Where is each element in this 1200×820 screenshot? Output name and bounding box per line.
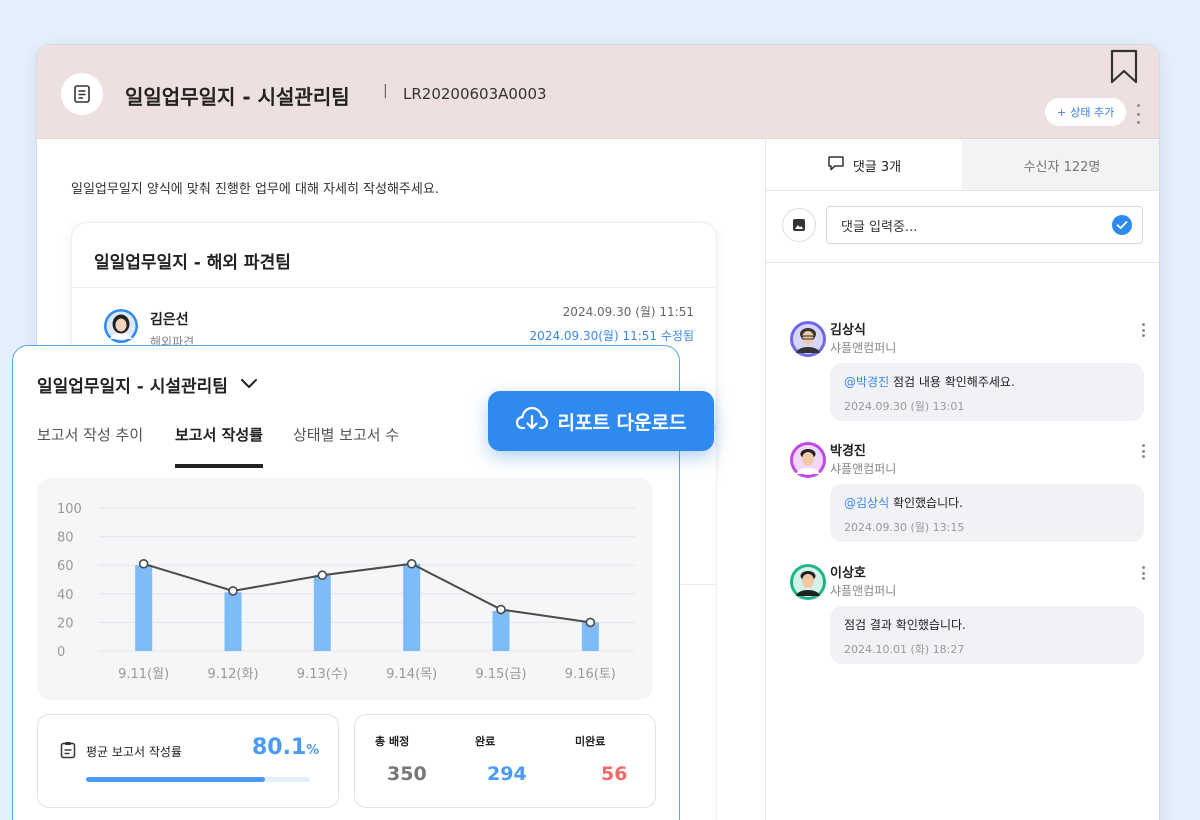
average-rate-card: 평균 보고서 작성률 80.1% — [37, 714, 339, 808]
divider — [72, 287, 716, 288]
x-tick-label: 9.16(토) — [565, 667, 616, 682]
trend-point — [406, 558, 417, 569]
cloud-download-icon — [515, 406, 548, 437]
tab-report-trend[interactable]: 보고서 작성 추이 — [37, 424, 143, 445]
comment-input[interactable]: 댓글 입력중... — [826, 206, 1143, 244]
send-check-icon[interactable] — [1112, 215, 1132, 239]
y-tick-label: 0 — [57, 645, 65, 660]
comment-more-icon[interactable] — [1142, 323, 1146, 337]
comments-pane: 댓글 3개 수신자 122명 댓글 입력중... 김상식 샤플앤컴퍼니 @박경진… — [765, 140, 1159, 820]
panel-title-label: 일일업무일지 - 시설관리팀 — [37, 377, 228, 397]
download-report-label: 리포트 다운로드 — [557, 411, 687, 434]
x-tick-label: 9.12(화) — [207, 667, 258, 682]
comment-time: 2024.09.30 (월) 13:01 — [844, 400, 965, 413]
title-separator: | — [383, 83, 388, 99]
comment-time: 2024.10.01 (화) 18:27 — [844, 643, 965, 656]
avatar — [790, 564, 826, 604]
completed-value: 294 — [487, 763, 527, 785]
completed-label: 완료 — [475, 735, 496, 748]
average-rate-progress-fill — [86, 777, 266, 782]
x-tick-label: 9.13(수) — [297, 667, 348, 682]
tab-recipients[interactable]: 수신자 122명 — [962, 140, 1159, 190]
average-rate-progress — [86, 777, 310, 782]
trend-point — [228, 586, 238, 596]
chart-bar — [492, 610, 510, 651]
report-edited: 2024.09.30(월) 11:51 수정됨 — [529, 329, 694, 343]
trend-point — [496, 604, 506, 615]
chart-bar — [135, 565, 153, 651]
incomplete-value: 56 — [601, 763, 628, 785]
average-rate-label: 평균 보고서 작성률 — [86, 745, 182, 759]
rate-chart: 100 80 60 40 20 0 9.11(월) 9.12(화) 9.13(수) 9.14(목)… — [57, 502, 635, 682]
trend-point — [317, 570, 328, 581]
chart-area: 100 80 60 40 20 0 9.11(월) 9.12(화) 9.13(수) 9.14(목)… — [37, 478, 653, 700]
report-counts-card: 총 배정 350 완료 294 미완료 56 — [354, 714, 656, 808]
comment-bubble: @박경진 점검 내용 확인해주세요. 2024.09.30 (월) 13:01 — [830, 363, 1144, 421]
chart-bar — [313, 575, 331, 651]
report-title: 일일업무일지 - 해외 파견팀 — [94, 253, 291, 273]
plus-icon: + — [1057, 105, 1067, 119]
y-tick-label: 60 — [57, 559, 74, 574]
image-upload-icon[interactable] — [782, 208, 816, 242]
y-tick-label: 80 — [57, 531, 74, 546]
commenter-company: 샤플앤컴퍼니 — [830, 584, 897, 598]
chevron-down-icon — [240, 375, 258, 395]
comment-text: 점검 내용 확인해주세요. — [889, 375, 1015, 389]
add-status-button[interactable]: + 상태 추가 — [1045, 98, 1127, 126]
add-status-label: 상태 추가 — [1070, 106, 1115, 119]
x-tick-label: 9.14(목) — [386, 667, 437, 682]
comment-bubble: 점검 결과 확인했습니다. 2024.10.01 (화) 18:27 — [830, 606, 1144, 664]
commenter-name: 박경진 — [830, 444, 866, 459]
panel-title[interactable]: 일일업무일지 - 시설관리팀 — [37, 372, 258, 397]
y-tick-label: 40 — [57, 588, 74, 603]
more-options-icon[interactable] — [1133, 102, 1143, 126]
avatar — [790, 442, 826, 482]
tab-report-status[interactable]: 상태별 보고서 수 — [293, 424, 399, 445]
y-tick-label: 20 — [57, 616, 74, 631]
x-tick-label: 9.15(금) — [475, 667, 526, 682]
trend-line — [143, 562, 591, 624]
commenter-company: 샤플앤컴퍼니 — [830, 341, 897, 355]
x-tick-label: 9.11(월) — [118, 667, 169, 682]
average-rate-value: 80.1% — [252, 735, 320, 760]
commenter-name: 김상식 — [830, 323, 866, 338]
page-title: 일일업무일지 - 시설관리팀 — [125, 85, 350, 109]
commenter-company: 샤플앤컴퍼니 — [830, 462, 897, 476]
clipboard-icon — [60, 741, 76, 763]
avatar — [104, 309, 138, 347]
instruction-text: 일일업무일지 양식에 맞춰 진행한 업무에 대해 자세히 작성해주세요. — [71, 182, 439, 197]
comment-time: 2024.09.30 (월) 13:15 — [844, 521, 965, 534]
chart-bar — [403, 563, 421, 651]
trend-point — [585, 617, 596, 628]
trend-point — [138, 558, 149, 569]
comment-input-value: 댓글 입력중... — [841, 219, 918, 235]
commenter-name: 이상호 — [830, 566, 866, 581]
comment-more-icon[interactable] — [1142, 444, 1146, 458]
active-tab-indicator — [175, 464, 263, 468]
download-report-button[interactable]: 리포트 다운로드 — [488, 391, 714, 451]
chart-bar — [224, 592, 242, 651]
comment-bubble: @김상식 확인했습니다. 2024.09.30 (월) 13:15 — [830, 484, 1144, 542]
report-date: 2024.09.30 (월) 11:51 — [562, 305, 694, 319]
document-icon — [61, 73, 103, 115]
comment-icon — [827, 154, 845, 176]
total-assigned-value: 350 — [387, 763, 427, 785]
comment-more-icon[interactable] — [1142, 566, 1146, 580]
author-name: 김은선 — [150, 312, 189, 328]
tab-comments-label: 댓글 3개 — [852, 159, 902, 175]
tab-report-rate[interactable]: 보고서 작성률 — [175, 424, 263, 445]
total-assigned-label: 총 배정 — [375, 735, 410, 748]
comment-text: 점검 결과 확인했습니다. — [844, 618, 966, 632]
bookmark-icon[interactable] — [1109, 49, 1139, 89]
average-rate-unit: % — [306, 743, 320, 758]
incomplete-label: 미완료 — [575, 735, 606, 748]
avatar — [790, 321, 826, 361]
y-tick-label: 100 — [57, 502, 82, 517]
mention-link[interactable]: @김상식 — [844, 496, 889, 510]
comment-text: 확인했습니다. — [889, 496, 963, 510]
mention-link[interactable]: @박경진 — [844, 375, 889, 389]
document-id: LR20200603A0003 — [403, 85, 547, 103]
window-header: 일일업무일지 - 시설관리팀 | LR20200603A0003 + 상태 추가 — [37, 45, 1159, 139]
tab-comments[interactable]: 댓글 3개 — [766, 140, 962, 190]
